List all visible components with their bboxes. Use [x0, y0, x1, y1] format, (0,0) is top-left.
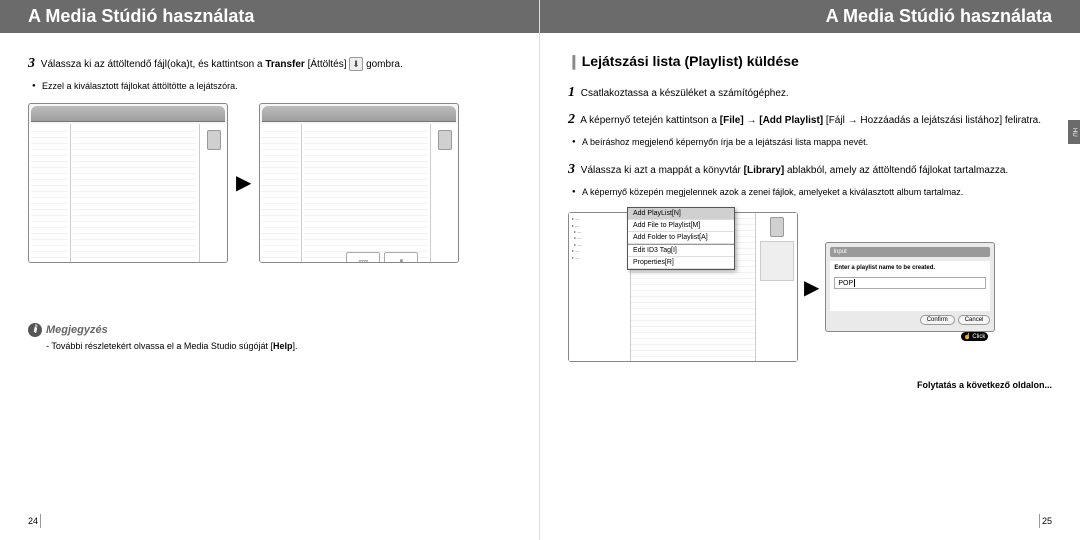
dialog-title: Input [830, 247, 990, 257]
cancel-button[interactable]: Cancel [958, 315, 991, 325]
lang-tab: HU [1068, 120, 1080, 144]
note-text: - További részletekért olvassa el a Medi… [46, 341, 511, 351]
page-header-right: A Media Stúdió használata [540, 0, 1080, 33]
arrow-right-icon: ▶ [804, 275, 819, 300]
bullet-files-appear: A képernyő közepén megjelennek azok a ze… [582, 186, 1052, 199]
step-3-right: 3 Válassza ki azt a mappát a könyvtár [L… [568, 159, 1052, 180]
confirm-button[interactable]: Confirm [920, 315, 955, 325]
callout-button-2: ⬇ [384, 252, 418, 263]
note-heading: i Megjegyzés [28, 323, 511, 337]
bullet-transferred: Ezzel a kiválasztott fájlokat áttöltötte… [42, 80, 511, 93]
page-24: A Media Stúdió használata 3 Válassza ki … [0, 0, 540, 540]
app-window-before [28, 103, 228, 263]
screenshot-row-left: ▶ ▦ ⬇ Click [28, 103, 511, 263]
library-window: ▸ —▸ — ▸ — ▸ — ▸ —▸ —▸ — Add PlayList[N]… [568, 212, 798, 362]
step-number: 3 [28, 56, 35, 71]
click-label-dialog: Click [961, 332, 988, 341]
transfer-icon [349, 57, 363, 71]
playlist-name-input[interactable]: POP [834, 277, 986, 289]
step-2: 2 A képernyő tetején kattintson a [File]… [568, 109, 1052, 130]
dialog-prompt: Enter a playlist name to be created. [834, 265, 986, 271]
callout-button-1: ▦ [346, 252, 380, 263]
menu-add-folder[interactable]: Add Folder to Playlist[A] [628, 232, 734, 244]
context-menu: Add PlayList[N] Add File to Playlist[M] … [627, 207, 735, 270]
continued-text: Folytatás a következő oldalon... [568, 380, 1052, 390]
arrow-right-icon: ▶ [236, 170, 251, 195]
page-25: A Media Stúdió használata HU ❙Lejátszási… [540, 0, 1080, 540]
section-title: ❙Lejátszási lista (Playlist) küldése [568, 53, 1052, 70]
menu-edit-id3[interactable]: Edit ID3 Tag[I] [628, 244, 734, 257]
input-dialog: Input Enter a playlist name to be create… [825, 242, 995, 332]
menu-add-file[interactable]: Add File to Playlist[M] [628, 220, 734, 232]
info-icon: i [28, 323, 42, 337]
screenshot-row-right: ▸ —▸ — ▸ — ▸ — ▸ —▸ —▸ — Add PlayList[N]… [568, 212, 1052, 362]
menu-add-playlist[interactable]: Add PlayList[N] [628, 208, 734, 220]
app-window-after: ▦ ⬇ Click [259, 103, 459, 263]
bullet-enter-name: A beíráshoz megjelenő képernyőn írja be … [582, 136, 1052, 149]
page-number-right: 25 [1042, 516, 1052, 526]
page-number-left: 24 [28, 516, 38, 526]
page-header-left: A Media Stúdió használata [0, 0, 539, 33]
menu-properties[interactable]: Properties[R] [628, 257, 734, 269]
step-3-left: 3 Válassza ki az áttöltendő fájl(oka)t, … [28, 53, 511, 74]
step-1: 1 Csatlakoztassa a készüléket a számítóg… [568, 82, 1052, 103]
